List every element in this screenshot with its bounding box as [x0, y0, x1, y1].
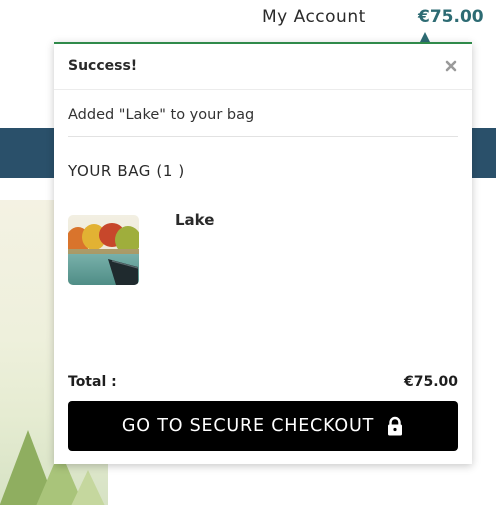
top-bar: My Account €75.00 [0, 0, 496, 42]
bag-heading: YOUR BAG (1 ) [68, 162, 185, 180]
mini-cart-popup: Success! Added "Lake" to your bag YOUR B… [54, 42, 472, 464]
popup-caret-icon [420, 32, 430, 42]
cart-total-link[interactable]: €75.00 [418, 7, 484, 27]
added-message: Added "Lake" to your bag [68, 107, 255, 123]
item-name[interactable]: Lake [175, 211, 214, 229]
total-value: €75.00 [403, 374, 458, 390]
close-icon[interactable] [444, 58, 458, 72]
success-header: Success! [54, 44, 472, 90]
divider [68, 136, 458, 137]
total-label: Total : [68, 374, 117, 390]
my-account-link[interactable]: My Account [262, 7, 366, 27]
checkout-button[interactable]: GO TO SECURE CHECKOUT [68, 401, 458, 451]
checkout-label: GO TO SECURE CHECKOUT [121, 416, 375, 436]
item-thumbnail[interactable] [68, 215, 139, 285]
lock-icon [386, 416, 404, 436]
success-title: Success! [68, 58, 138, 74]
tree-icon [62, 470, 108, 505]
